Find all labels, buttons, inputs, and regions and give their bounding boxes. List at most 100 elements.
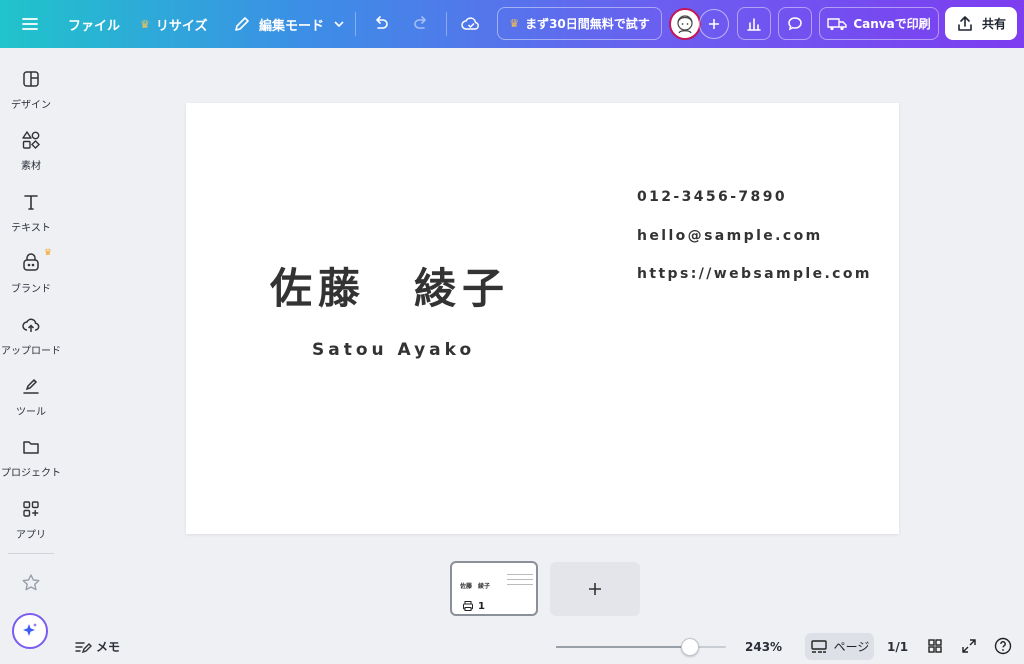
page-view-label: ページ [833,640,870,654]
bar-chart-icon [747,17,761,31]
print-with-canva-button[interactable]: Canvaで印刷 [819,7,939,40]
design-canvas[interactable]: 佐藤 綾子 Satou Ayako 012-3456-7890 hello@sa… [186,103,899,534]
truck-icon [827,17,848,30]
page-count: 1/1 [887,640,909,654]
page-layout-icon [810,639,827,653]
sidebar-item-label: ブランド [11,284,51,295]
avatar[interactable] [669,8,701,40]
help-button[interactable] [994,637,1012,655]
starred-button[interactable] [20,572,42,598]
expand-icon [962,639,976,653]
comments-button[interactable] [778,7,812,40]
plus-icon [709,19,719,29]
thumbnail-line [507,579,533,580]
resize-button[interactable]: ♛ リサイズ [140,0,208,48]
plus-icon [589,583,601,595]
sidebar-item-text[interactable]: テキスト [0,181,62,237]
avatar-face-icon [677,15,693,34]
card-website[interactable]: https://websample.com [637,266,872,282]
zoom-percentage[interactable]: 243% [745,640,782,654]
grid-view-button[interactable] [927,638,943,654]
undo-button[interactable] [371,0,391,48]
draw-pen-icon [20,375,42,397]
share-button[interactable]: 共有 [945,7,1017,40]
print-icon [463,601,473,611]
top-toolbar: ファイル ♛ リサイズ 編集モード ♛ まず30日間無料で試す Canvaで印刷 [0,0,1024,48]
sidebar-item-label: アプリ [16,530,46,541]
cloud-check-icon [461,17,479,30]
add-collaborator-button[interactable] [699,9,729,39]
sidebar-item-design[interactable]: デザイン [0,58,62,114]
print-label: Canvaで印刷 [853,17,931,31]
shapes-icon [20,129,42,151]
sidebar-item-apps[interactable]: アプリ [0,488,62,544]
notes-label: メモ [96,640,121,654]
grid-icon [928,639,942,653]
comment-icon [788,16,802,30]
thumbnail-line [507,574,533,575]
menu-button[interactable] [20,0,40,48]
insights-button[interactable] [737,7,771,40]
file-menu-label: ファイル [68,18,121,34]
page-counter[interactable]: 1/1 [887,640,908,654]
sidebar-item-tools[interactable]: ツール [0,365,62,421]
card-name-japanese[interactable]: 佐藤 綾子 [270,255,510,316]
resize-label: リサイズ [155,18,208,34]
sidebar-divider [8,553,54,554]
upload-icon [958,15,972,31]
layout-icon [20,68,42,90]
notes-button[interactable]: メモ [74,638,120,655]
edit-mode-label: 編集モード [259,18,325,34]
free-trial-label: まず30日間無料で試す [525,17,650,31]
zoom-slider-fill [556,646,690,648]
sidebar-item-label: プロジェクト [1,468,61,479]
add-page-button[interactable] [550,562,640,616]
card-phone[interactable]: 012-3456-7890 [637,189,787,205]
sidebar-item-brand[interactable]: ♛ ブランド [0,242,62,298]
toolbar-divider [446,12,447,36]
thumbnail-page-number: 1 [462,600,485,612]
page-thumbnail[interactable]: 佐藤 綾子 1 [450,561,538,616]
sidebar-item-label: 素材 [21,161,41,172]
sidebar-item-label: テキスト [11,223,51,234]
sidebar-item-projects[interactable]: プロジェクト [0,426,62,482]
cloud-save-status[interactable] [460,0,482,48]
zoom-value: 243% [745,640,783,654]
crown-icon: ♛ [509,17,520,30]
redo-button[interactable] [411,0,431,48]
crown-icon: ♛ [140,17,150,31]
help-icon [994,637,1012,655]
share-label: 共有 [981,17,1006,31]
notes-icon [75,641,92,653]
file-menu[interactable]: ファイル [68,0,120,48]
toolbar-divider [355,12,356,36]
apps-grid-icon [20,498,42,520]
sidebar-item-label: ツール [16,407,46,418]
magic-assistant-button[interactable] [12,613,48,649]
undo-icon [376,16,388,29]
zoom-slider-handle[interactable] [681,638,699,656]
free-trial-button[interactable]: ♛ まず30日間無料で試す [497,7,662,40]
hamburger-icon [22,18,38,30]
star-icon [22,574,40,591]
thumbnail-name: 佐藤 綾子 [460,583,491,590]
card-name-romanized[interactable]: Satou Ayako [312,340,475,360]
sidebar-item-label: アップロード [1,346,61,357]
sidebar-item-uploads[interactable]: アップロード [0,304,62,360]
crown-icon: ♛ [43,248,52,258]
text-t-icon [20,191,42,213]
cloud-upload-icon [20,314,42,336]
redo-icon [414,16,426,29]
edit-mode-dropdown[interactable]: 編集モード [233,0,346,48]
fullscreen-button[interactable] [961,638,977,654]
page-view-button[interactable]: ページ [805,633,874,660]
page-number: 1 [478,600,485,612]
thumbnail-line [507,584,533,585]
pencil-icon [235,17,249,31]
card-email[interactable]: hello@sample.com [637,228,823,244]
chevron-down-icon [334,21,344,28]
folder-icon [20,436,42,458]
sidebar-item-label: デザイン [11,100,51,111]
brand-kit-icon: ♛ [20,248,52,274]
sidebar-item-elements[interactable]: 素材 [0,119,62,175]
